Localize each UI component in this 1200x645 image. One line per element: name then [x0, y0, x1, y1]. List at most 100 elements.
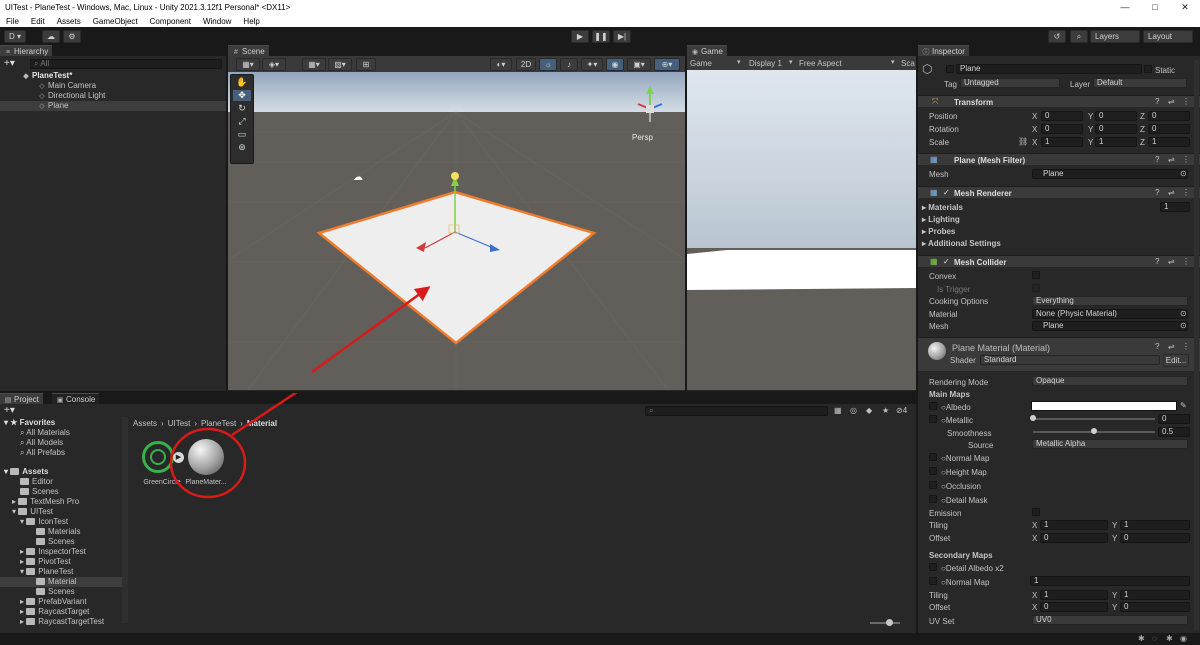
metallic-slider-handle[interactable]: [1030, 415, 1036, 421]
close-button[interactable]: ✕: [1170, 0, 1200, 15]
asset-planematerial[interactable]: PlaneMater...: [184, 439, 228, 489]
albedo-color-swatch[interactable]: [1031, 401, 1177, 411]
offset-x-field[interactable]: 0: [1040, 533, 1108, 543]
rect-tool-icon[interactable]: ▭: [233, 129, 251, 140]
menu-component[interactable]: Component: [150, 17, 191, 26]
folder-item[interactable]: ▸ InspectorTest: [20, 547, 86, 557]
breadcrumb-assets[interactable]: Assets: [133, 419, 157, 428]
layer-dropdown[interactable]: Default: [1093, 78, 1187, 88]
menu-window[interactable]: Window: [203, 17, 231, 26]
tab-hierarchy[interactable]: ≡ Hierarchy: [0, 45, 53, 56]
tree-scrollbar[interactable]: [122, 417, 128, 623]
layers-dropdown[interactable]: Layers: [1090, 30, 1140, 43]
position-y-field[interactable]: 0: [1095, 111, 1137, 121]
tab-scene[interactable]: # Scene: [228, 45, 269, 56]
preset-icon[interactable]: ⇌: [1168, 342, 1175, 351]
normal-map-slot[interactable]: [929, 453, 937, 461]
link-icon[interactable]: ⛓: [1018, 137, 1028, 146]
add-icon[interactable]: +▾: [4, 405, 15, 416]
favorite-item[interactable]: ⌕ All Prefabs: [20, 448, 65, 458]
progress-icon[interactable]: ◌: [1152, 634, 1157, 643]
transform-tool-icon[interactable]: ⊛: [233, 142, 251, 153]
snap-toggle-icon[interactable]: ⊞: [356, 58, 376, 71]
folder-item[interactable]: ▾ IconTest: [20, 517, 68, 527]
persp-label[interactable]: Persp: [632, 133, 653, 142]
increment-snap-icon[interactable]: ▧▾: [328, 58, 352, 71]
play-button[interactable]: ▶: [571, 30, 589, 43]
folder-item[interactable]: ▾ UITest: [12, 507, 53, 517]
gizmos-icon[interactable]: ⊕▾: [654, 58, 680, 71]
effects-icon[interactable]: ✦▾: [581, 58, 603, 71]
eyedropper-icon[interactable]: ✎: [1180, 401, 1187, 410]
height-map-slot[interactable]: [929, 467, 937, 475]
history-icon[interactable]: ↺: [1048, 30, 1066, 43]
tab-inspector[interactable]: ⓘ Inspector: [918, 45, 969, 56]
material-header[interactable]: Plane Material (Material) ? ⇌ ⋮ Shader S…: [918, 337, 1200, 371]
collider-mesh-field[interactable]: Plane: [1032, 321, 1188, 331]
menu-assets[interactable]: Assets: [57, 17, 81, 26]
help-icon[interactable]: ?: [1155, 97, 1159, 106]
occlusion-slot[interactable]: [929, 481, 937, 489]
cloud-icon[interactable]: ☁: [42, 30, 60, 43]
is-trigger-checkbox[interactable]: [1032, 284, 1040, 292]
static-checkbox[interactable]: [1144, 65, 1152, 73]
detail-normal-scale-field[interactable]: 1: [1030, 576, 1190, 586]
lighting-foldout[interactable]: ▸ Lighting: [922, 215, 960, 224]
light-icon[interactable]: [451, 172, 459, 180]
visibility-icon[interactable]: ◉: [606, 58, 624, 71]
scale-y-field[interactable]: 1: [1095, 137, 1137, 147]
shading-icon[interactable]: ◐▾: [490, 58, 512, 71]
hidden-packages-icon[interactable]: ⊘4: [896, 406, 907, 415]
hierarchy-search-input[interactable]: ⌕ All: [30, 59, 222, 69]
menu-edit[interactable]: Edit: [31, 17, 45, 26]
asset-greencircle[interactable]: ▶ GreenCircle: [140, 439, 184, 489]
zoom-slider-track[interactable]: [870, 622, 900, 624]
folder-item[interactable]: Scenes: [20, 487, 59, 497]
minimize-button[interactable]: —: [1110, 0, 1140, 15]
more-icon[interactable]: ⋮: [1182, 342, 1190, 351]
add-icon[interactable]: +▾: [4, 58, 15, 69]
scene-viewport[interactable]: ☁ Persp ✋ ✥ ↻ ⤢ ▭ ⊛: [228, 72, 685, 390]
breadcrumb-planetest[interactable]: PlaneTest: [201, 419, 236, 428]
menu-help[interactable]: Help: [243, 17, 259, 26]
help-icon[interactable]: ?: [1155, 257, 1159, 266]
tab-game[interactable]: ◉ Game: [687, 45, 727, 56]
rotate-tool-icon[interactable]: ↻: [233, 103, 251, 114]
additional-settings-foldout[interactable]: ▸ Additional Settings: [922, 239, 1001, 248]
metallic-value-field[interactable]: 0: [1158, 414, 1190, 424]
emission-checkbox[interactable]: [1032, 508, 1040, 516]
offset-y-field[interactable]: 0: [1120, 533, 1190, 543]
folder-item[interactable]: ▸ PivotTest: [20, 557, 71, 567]
rotation-y-field[interactable]: 0: [1095, 124, 1137, 134]
hierarchy-item-main-camera[interactable]: ◇ Main Camera: [38, 81, 96, 91]
object-picker-icon[interactable]: ⊙: [1180, 309, 1187, 318]
help-icon[interactable]: ?: [1155, 188, 1159, 197]
enabled-checkbox[interactable]: ✓: [943, 188, 950, 197]
position-x-field[interactable]: 0: [1041, 111, 1083, 121]
folder-item[interactable]: Scenes: [36, 587, 75, 597]
folder-item[interactable]: ▸ RaycastTargetTest: [20, 617, 104, 627]
lighting-icon[interactable]: ☼: [539, 58, 557, 71]
transform-header[interactable]: ⤧ Transform ? ⇌ ⋮: [918, 95, 1200, 107]
breadcrumb-material[interactable]: Material: [247, 419, 277, 428]
account-dropdown[interactable]: D ▾: [4, 30, 26, 43]
favorites-section[interactable]: ▾ ★ Favorites: [4, 418, 55, 428]
aspect-dropdown[interactable]: Free Aspect: [799, 59, 842, 68]
move-tool-icon[interactable]: ✥: [233, 90, 251, 101]
folder-item[interactable]: Scenes: [36, 537, 75, 547]
uv-set-dropdown[interactable]: UV0: [1032, 615, 1188, 625]
menu-gameobject[interactable]: GameObject: [93, 17, 138, 26]
step-button[interactable]: ▶|: [613, 30, 631, 43]
object-picker-icon[interactable]: ⊙: [1180, 169, 1187, 178]
rotation-x-field[interactable]: 0: [1041, 124, 1083, 134]
game-mode-dropdown[interactable]: Game: [690, 59, 712, 68]
active-checkbox[interactable]: [946, 65, 954, 73]
favorite-item[interactable]: ⌕ All Materials: [20, 428, 70, 438]
grid-snap-icon[interactable]: ▦▾: [302, 58, 326, 71]
sec-tiling-x-field[interactable]: 1: [1040, 590, 1108, 600]
bug-icon[interactable]: ✱: [1138, 634, 1145, 643]
assets-root[interactable]: ▾ Assets: [4, 467, 49, 477]
tag-dropdown[interactable]: Untagged: [960, 78, 1060, 88]
star-icon[interactable]: ★: [882, 406, 889, 415]
materials-count-field[interactable]: 1: [1160, 202, 1190, 212]
